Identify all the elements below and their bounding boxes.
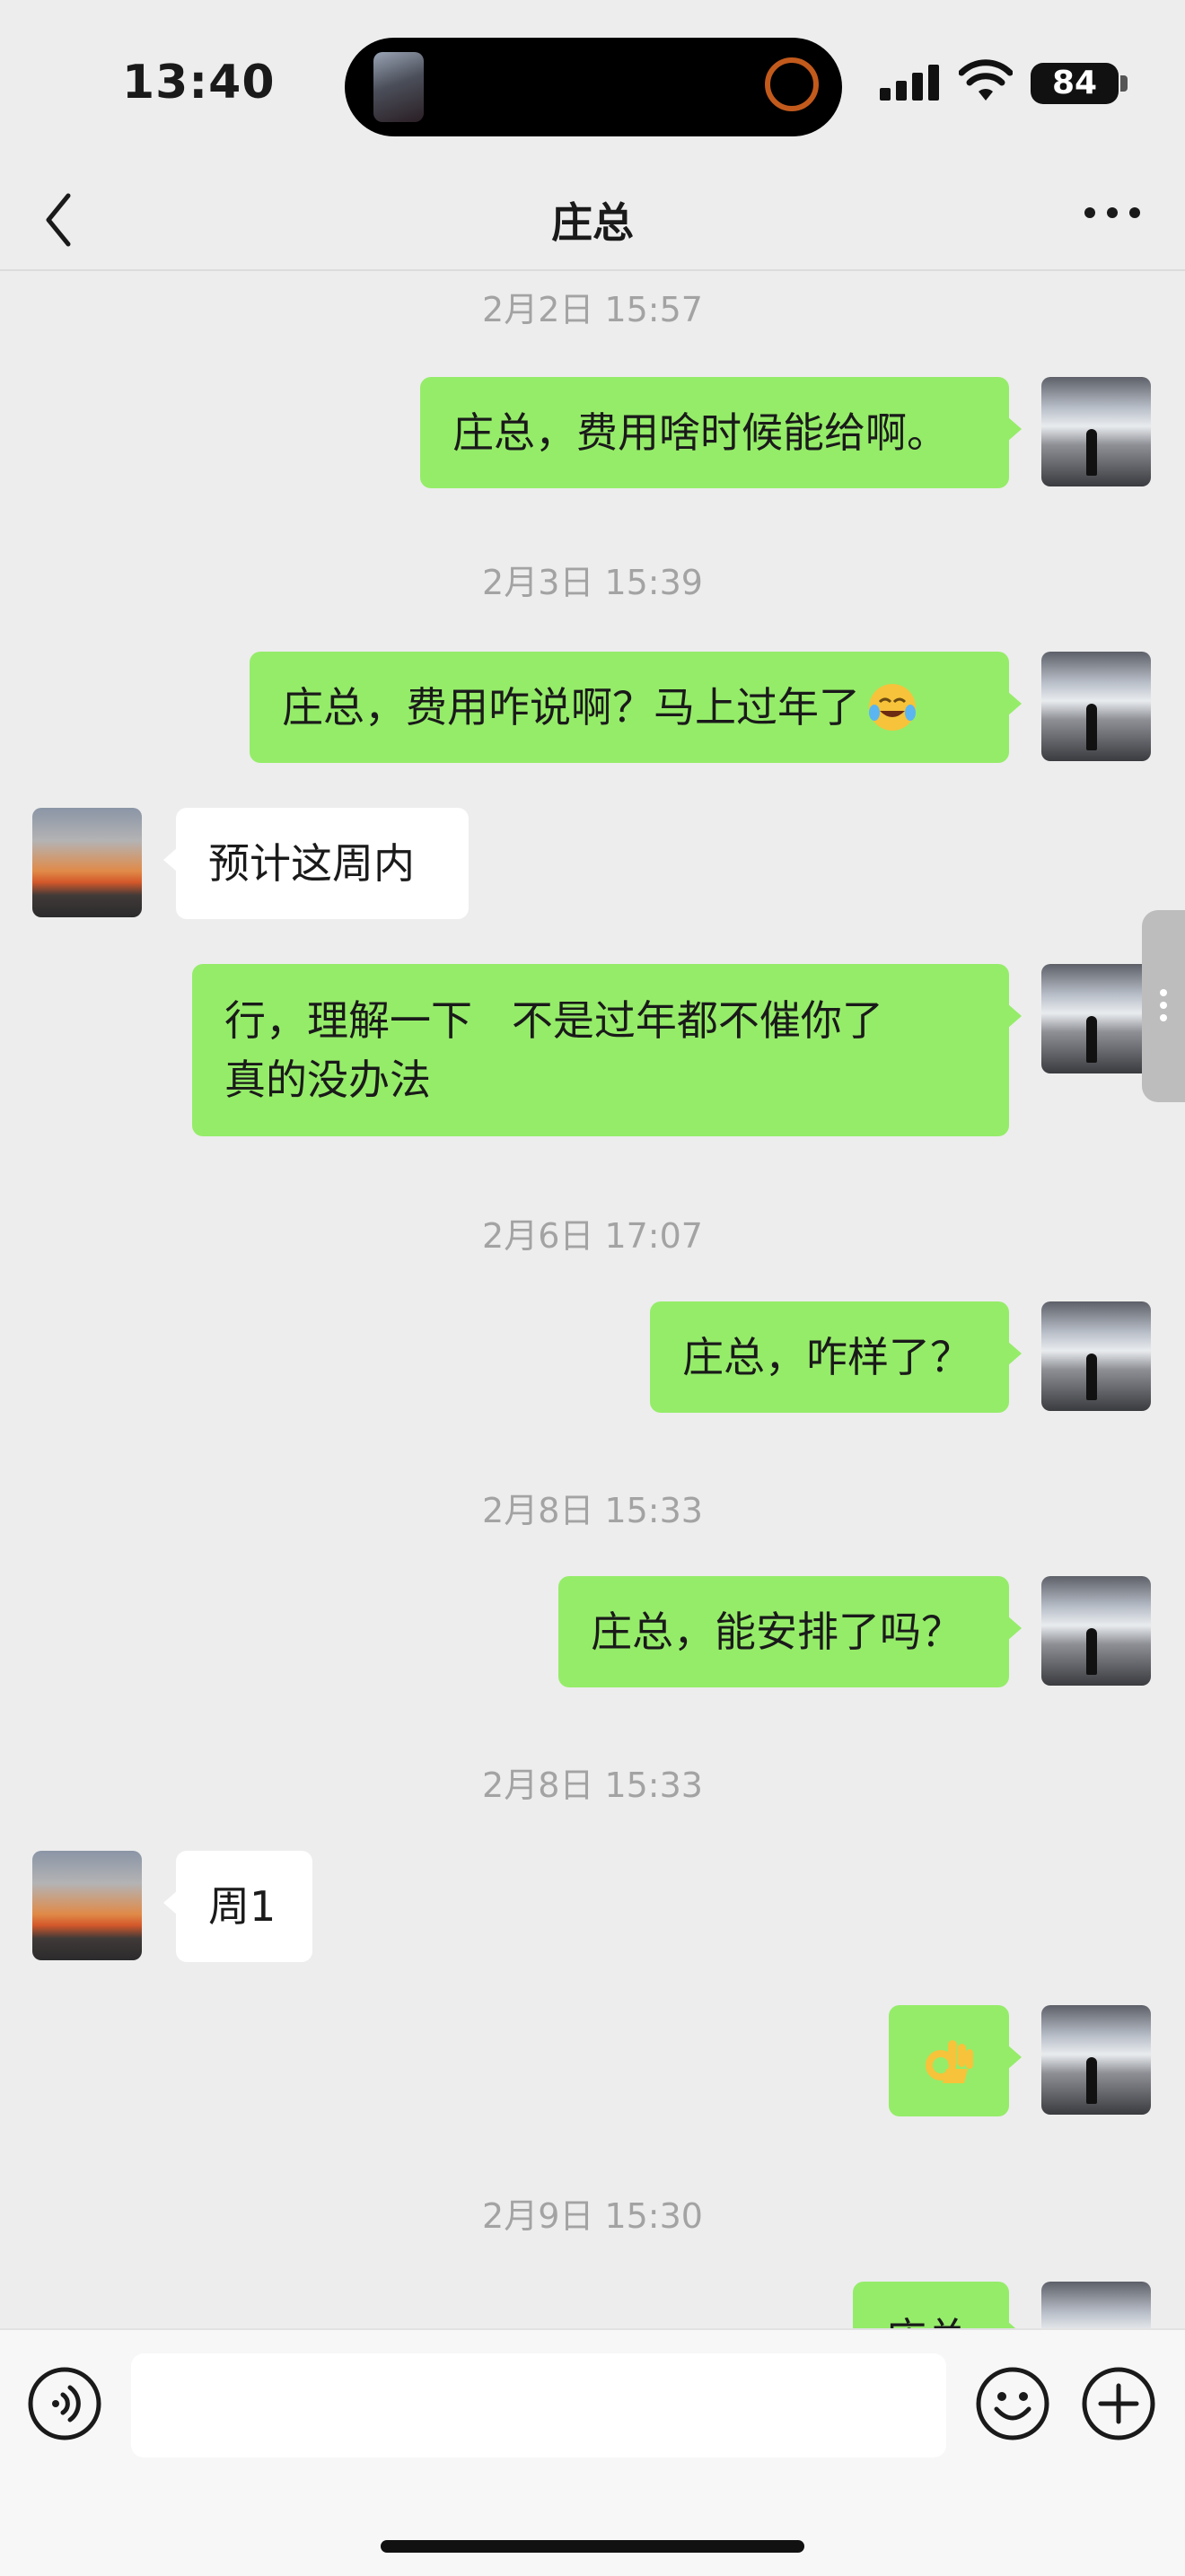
add-attachment-icon[interactable] [1081, 2366, 1156, 2441]
more-options-icon[interactable] [1081, 199, 1144, 226]
message-input-bar [0, 2328, 1185, 2576]
message-text: 预计这周内 [208, 839, 415, 888]
status-bar: 13:40 84 [0, 0, 1185, 171]
sent-message-bubble[interactable]: 庄总，能安排了吗？ [558, 1576, 1022, 1687]
voice-input-icon[interactable] [27, 2366, 102, 2441]
my-avatar[interactable] [1041, 2282, 1151, 2328]
my-avatar[interactable] [1041, 964, 1151, 1073]
ok-hand-emoji-icon [926, 2040, 973, 2083]
sent-message-bubble[interactable]: 庄总 [853, 2282, 1022, 2328]
sent-message-bubble[interactable] [889, 2005, 1022, 2116]
received-message-bubble[interactable]: 预计这周内 [163, 808, 469, 919]
battery-level: 84 [1031, 63, 1119, 104]
chat-title: 庄总 [551, 198, 634, 247]
now-playing-thumbnail [373, 52, 424, 122]
my-avatar[interactable] [1041, 2005, 1151, 2115]
message-timestamp: 2月2日 15:57 [482, 290, 703, 329]
side-drawer-handle[interactable] [1142, 910, 1185, 1102]
emoji-picker-icon[interactable] [975, 2366, 1050, 2441]
my-avatar[interactable] [1041, 1301, 1151, 1411]
message-text: 周1 [208, 1882, 276, 1931]
sent-message-bubble[interactable]: 行，理解一下 不是过年都不催你了 真的没办法 [192, 964, 1022, 1136]
home-indicator[interactable] [381, 2540, 804, 2553]
sent-message-bubble[interactable]: 庄总，咋样了？ [650, 1301, 1022, 1413]
sent-message-bubble[interactable]: 庄总，费用啥时候能给啊。 [420, 377, 1022, 488]
message-text: 庄总，费用咋说啊？马上过年了 [282, 683, 860, 732]
message-timestamp: 2月8日 15:33 [482, 1766, 703, 1805]
dynamic-island[interactable] [345, 38, 842, 136]
contact-avatar[interactable] [32, 1851, 142, 1960]
message-timestamp: 2月6日 17:07 [482, 1216, 703, 1256]
contact-avatar[interactable] [32, 808, 142, 917]
message-timestamp: 2月3日 15:39 [482, 563, 703, 602]
received-message-bubble[interactable]: 周1 [163, 1851, 312, 1962]
cellular-signal-icon [880, 65, 939, 101]
message-text: 庄总，咋样了？ [682, 1333, 971, 1381]
message-text: 行，理解一下 不是过年都不催你了 真的没办法 [224, 996, 883, 1104]
battery-tip [1120, 75, 1128, 92]
my-avatar[interactable] [1041, 652, 1151, 761]
my-avatar[interactable] [1041, 377, 1151, 486]
chat-header: 庄总 [0, 171, 1185, 271]
message-text-field[interactable] [131, 2353, 946, 2458]
message-text: 庄总 [885, 2309, 968, 2328]
message-timestamp: 2月9日 15:30 [482, 2196, 703, 2236]
crying-laughing-emoji-icon [869, 684, 916, 731]
message-list[interactable]: 2月2日 15:57 庄总，费用啥时候能给啊。 2月3日 15:39 庄总，费用… [0, 271, 1185, 2328]
wifi-icon [959, 59, 1013, 101]
my-avatar[interactable] [1041, 1576, 1151, 1686]
message-text: 庄总，能安排了吗？ [591, 1608, 962, 1656]
message-timestamp: 2月8日 15:33 [482, 1491, 703, 1530]
status-time: 13:40 [122, 56, 276, 110]
message-text: 庄总，费用啥时候能给啊。 [452, 408, 948, 457]
activity-ring-icon [765, 57, 819, 111]
sent-message-bubble[interactable]: 庄总，费用咋说啊？马上过年了 [250, 652, 1022, 763]
